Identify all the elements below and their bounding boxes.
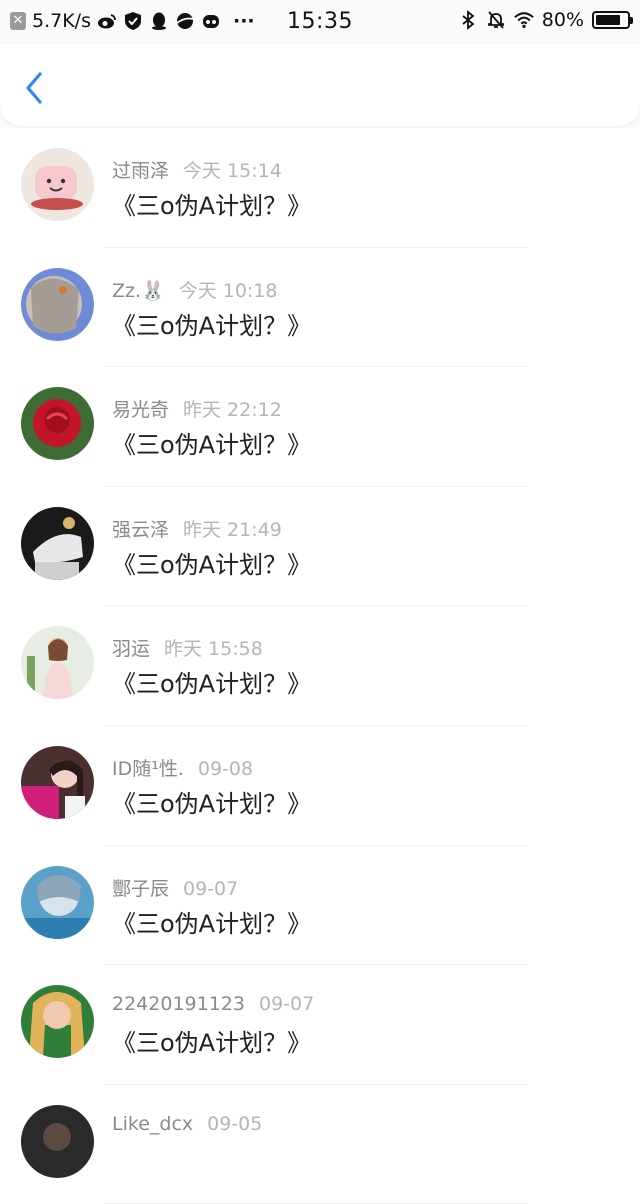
cup-avatar — [21, 148, 94, 221]
sender-name: 羽运 — [112, 638, 151, 661]
dark-avatar — [21, 1104, 94, 1178]
sender-name: 强云泽 — [112, 518, 170, 541]
message-row[interactable]: 易光奇 昨天 22:12 《三o伪A计划？》 — [0, 367, 640, 487]
message-row[interactable]: Zz.🐰 今天 10:18 《三o伪A计划？》 — [0, 247, 640, 368]
message-time: 09-07 — [183, 877, 239, 900]
sender-name: 过雨泽 — [112, 160, 170, 182]
sender-line: ID随¹性. 09-08 — [112, 754, 253, 781]
sender-name: Zz.🐰 — [112, 279, 165, 302]
bluetooth-icon — [462, 10, 475, 30]
message-list: 过雨泽 今天 15:14 《三o伪A计划？》 Zz.🐰 今天 10:18 《三o伪A计划？… — [0, 128, 640, 1204]
avatar[interactable] — [21, 985, 94, 1059]
message-time: 昨天 22:12 — [183, 399, 282, 422]
sender-line: Zz.🐰 今天 10:18 — [112, 276, 277, 303]
avatar[interactable] — [21, 148, 94, 221]
message-row[interactable]: ID随¹性. 09-08 《三o伪A计划？》 — [0, 725, 640, 846]
wifi-icon — [514, 12, 534, 28]
face-avatar — [21, 865, 94, 939]
message-time: 09-08 — [197, 757, 254, 780]
avatar[interactable] — [21, 506, 94, 580]
sender-name: 易光奇 — [112, 399, 170, 422]
sender-line: 酆子辰 09-07 — [112, 874, 238, 901]
girl-avatar — [21, 745, 94, 819]
status-bar: ✕ 5.7K/s ··· 15:35 80% — [0, 0, 640, 44]
avatar[interactable] — [21, 745, 94, 819]
message-time: 09-05 — [207, 1112, 263, 1135]
statue-avatar — [21, 506, 94, 580]
message-text: 《三o伪A计划？》 — [112, 431, 312, 460]
message-text: 《三o伪A计划？》 — [112, 311, 312, 340]
message-time: 昨天 21:49 — [183, 518, 282, 541]
sender-line: 易光奇 昨天 22:12 — [112, 395, 282, 422]
message-time: 今天 10:18 — [178, 279, 278, 302]
message-row[interactable]: 22420191123 09-07 《三o伪A计划？》 — [0, 965, 640, 1085]
mute-bell-icon — [487, 11, 504, 29]
sender-line: 强云泽 昨天 21:49 — [112, 515, 282, 542]
avatar[interactable] — [21, 387, 94, 461]
message-text: 《三o伪A计划？》 — [112, 909, 312, 938]
message-time: 昨天 15:58 — [164, 638, 263, 661]
blonde-avatar — [21, 985, 94, 1059]
battery-percent: 80% — [541, 9, 584, 31]
nav-bar — [0, 44, 640, 126]
anime-avatar — [21, 267, 94, 341]
message-text: 《三o伪A计划？》 — [112, 1029, 312, 1058]
battery-icon — [592, 11, 633, 29]
sender-name: ID随¹性. — [112, 757, 184, 780]
back-chevron-icon[interactable] — [20, 70, 50, 106]
message-row[interactable]: 过雨泽 今天 15:14 《三o伪A计划？》 — [0, 128, 640, 248]
rose-avatar — [21, 387, 94, 461]
message-time: 09-07 — [258, 993, 315, 1016]
message-text: 《三o伪A计划？》 — [112, 670, 312, 699]
woman-avatar — [21, 626, 94, 700]
sender-line: Like_dcx 09-05 — [112, 1113, 262, 1135]
sender-line: 羽运 昨天 15:58 — [112, 634, 263, 661]
avatar[interactable] — [21, 626, 94, 700]
message-row[interactable]: 强云泽 昨天 21:49 《三o伪A计划？》 — [0, 486, 640, 607]
message-row[interactable]: 羽运 昨天 15:58 《三o伪A计划？》 — [0, 606, 640, 726]
sender-line: 22420191123 09-07 — [112, 993, 314, 1015]
message-text: 《三o伪A计划？》 — [112, 789, 312, 818]
message-row[interactable]: Like_dcx 09-05 — [0, 1084, 640, 1204]
message-time: 今天 15:14 — [183, 160, 282, 182]
message-text: 《三o伪A计划？》 — [112, 192, 312, 220]
avatar[interactable] — [21, 1104, 94, 1178]
sender-name: 22420191123 — [112, 993, 245, 1016]
sender-line: 过雨泽 今天 15:14 — [112, 156, 282, 183]
message-text: 《三o伪A计划？》 — [112, 550, 312, 579]
avatar[interactable] — [21, 865, 94, 939]
message-row[interactable]: 酆子辰 09-07 《三o伪A计划？》 — [0, 845, 640, 966]
avatar[interactable] — [21, 267, 94, 341]
sender-name: 酆子辰 — [112, 877, 170, 900]
sender-name: Like_dcx — [112, 1112, 194, 1135]
